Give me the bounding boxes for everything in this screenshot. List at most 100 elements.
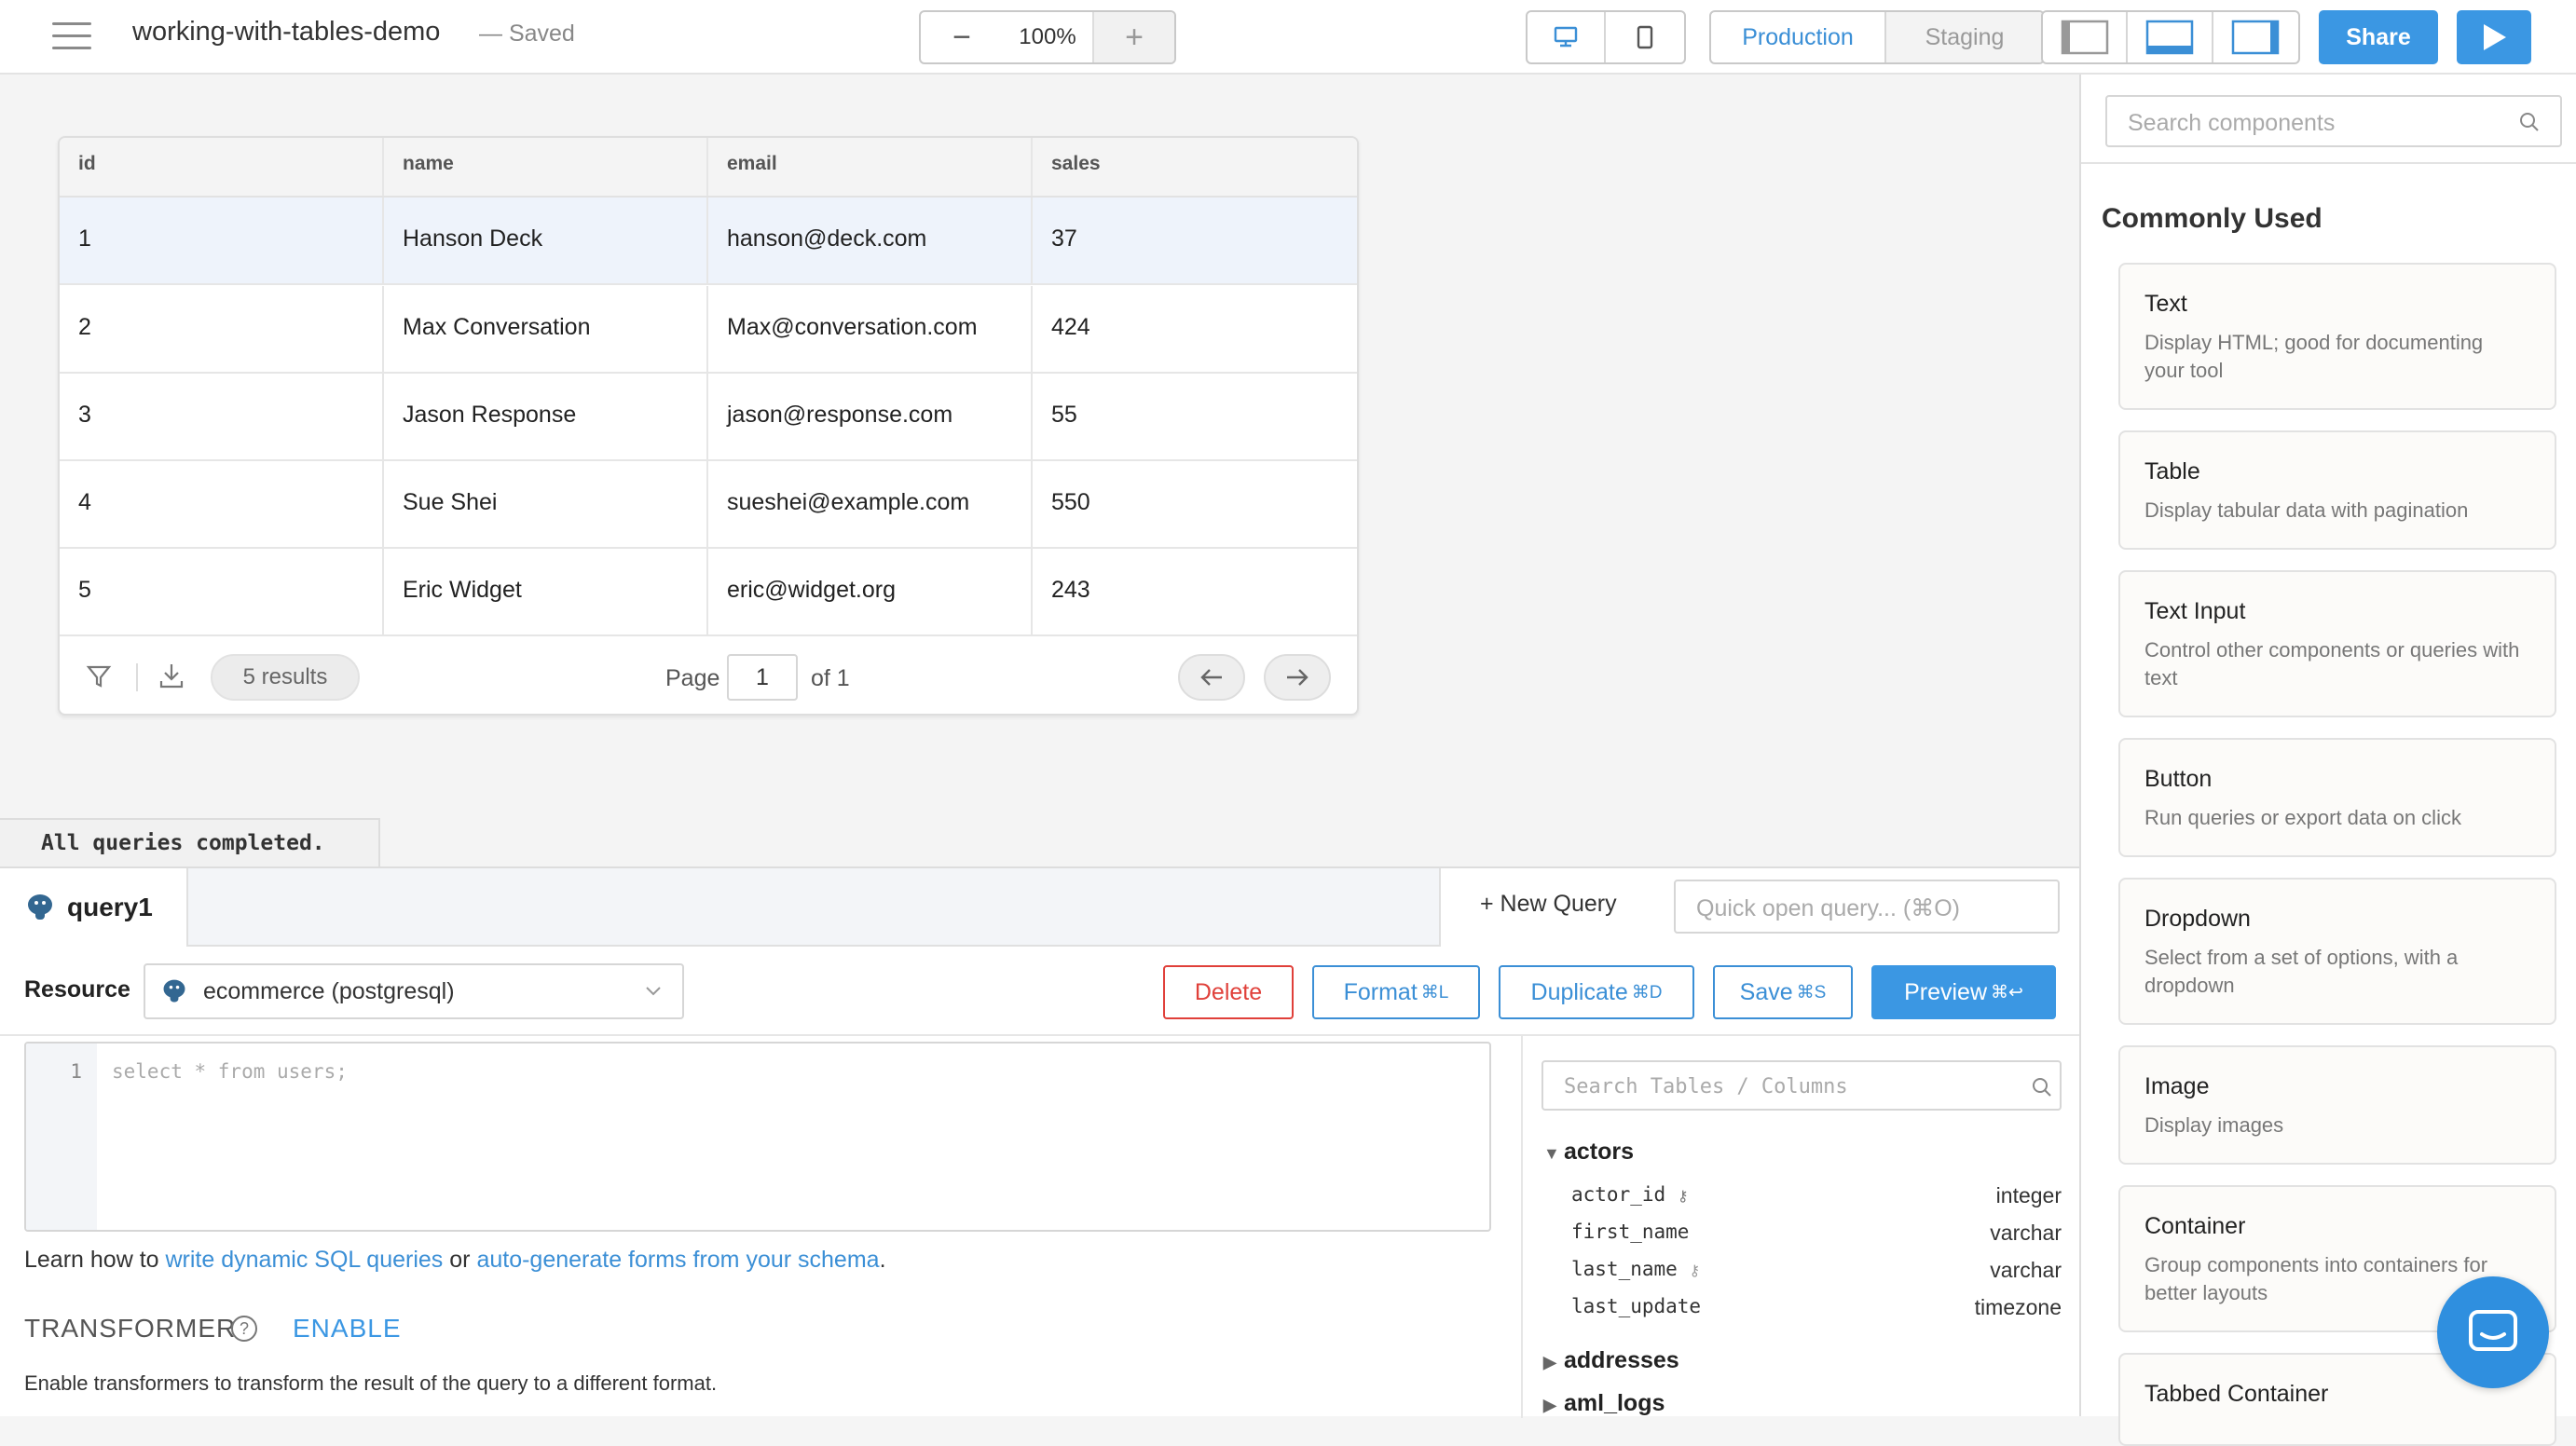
menu-icon[interactable] xyxy=(52,22,91,52)
postgres-icon xyxy=(163,979,185,1003)
column-header[interactable]: email xyxy=(708,138,1033,196)
next-page-button[interactable] xyxy=(1264,654,1331,701)
right-panel-button[interactable] xyxy=(2213,12,2298,62)
component-search-input[interactable]: Search components xyxy=(2105,95,2562,147)
table-row[interactable]: 4 Sue Shei sueshei@example.com 550 xyxy=(60,461,1357,549)
component-description: Control other components or queries with… xyxy=(2144,638,2520,689)
table-row[interactable]: 3 Jason Response jason@response.com 55 xyxy=(60,374,1357,461)
new-query-button[interactable]: + New Query xyxy=(1480,891,1617,918)
save-shortcut: ⌘S xyxy=(1796,982,1827,1003)
component-card-button[interactable]: Button Run queries or export data on cli… xyxy=(2118,738,2556,857)
table-header: id name email sales xyxy=(60,138,1357,198)
left-panel-button[interactable] xyxy=(2043,12,2129,62)
transformer-title: TRANSFORMER xyxy=(24,1314,237,1343)
column-header[interactable]: name xyxy=(384,138,708,196)
page-input[interactable]: 1 xyxy=(727,654,798,701)
sql-code[interactable]: select * from users; xyxy=(112,1060,348,1083)
share-button[interactable]: Share xyxy=(2319,10,2438,64)
resource-select[interactable]: ecommerce (postgresql) xyxy=(144,963,684,1019)
postgres-icon xyxy=(28,894,52,920)
chat-support-button[interactable] xyxy=(2437,1276,2549,1388)
table-row[interactable]: 5 Eric Widget eric@widget.org 243 xyxy=(60,549,1357,636)
table-row[interactable]: 1 Hanson Deck hanson@deck.com 37 xyxy=(60,198,1357,285)
component-title: Button xyxy=(2144,766,2213,792)
schema-column[interactable]: actor_id ⚷ integer xyxy=(1571,1183,2062,1207)
component-description: Display HTML; good for documenting your … xyxy=(2144,331,2484,382)
run-button[interactable] xyxy=(2457,10,2531,64)
component-card-table[interactable]: Table Display tabular data with paginati… xyxy=(2118,430,2556,550)
column-header[interactable]: sales xyxy=(1033,138,1357,196)
column-header[interactable]: id xyxy=(60,138,384,196)
help-text: Learn how to write dynamic SQL queries o… xyxy=(24,1247,886,1274)
app-title[interactable]: working-with-tables-demo xyxy=(132,17,440,48)
component-title: Text Input xyxy=(2144,598,2246,624)
schema-column[interactable]: last_name ⚷ varchar xyxy=(1571,1258,2062,1282)
schema-table-addresses[interactable]: ▶ addresses xyxy=(1543,1347,1679,1374)
prev-page-button[interactable] xyxy=(1178,654,1245,701)
preview-button[interactable]: Preview ⌘↩ xyxy=(1871,965,2056,1019)
env-production-button[interactable]: Production xyxy=(1711,12,1886,62)
schema-browser: Search Tables / Columns ▼ actors actor_id… xyxy=(1521,1036,2079,1418)
table-cell: 5 xyxy=(60,549,384,634)
resource-value: ecommerce (postgresql) xyxy=(203,977,455,1004)
help-icon[interactable]: ? xyxy=(231,1316,257,1342)
column-type: varchar xyxy=(1990,1221,2062,1245)
transformer-description: Enable transformers to transform the res… xyxy=(24,1371,718,1395)
schema-table-actors[interactable]: ▼ actors xyxy=(1543,1139,1634,1166)
component-card-image[interactable]: Image Display images xyxy=(2118,1045,2556,1165)
table-cell: Hanson Deck xyxy=(384,198,708,283)
component-title: Container xyxy=(2144,1213,2246,1239)
delete-button[interactable]: Delete xyxy=(1163,965,1294,1019)
dynamic-sql-link[interactable]: write dynamic SQL queries xyxy=(166,1247,444,1273)
component-card-text[interactable]: Text Display HTML; good for documenting … xyxy=(2118,263,2556,410)
key-icon: ⚷ xyxy=(1689,1262,1701,1279)
table-cell: 424 xyxy=(1051,314,1090,340)
desktop-view-button[interactable] xyxy=(1528,12,1607,62)
panel-layout-toggle xyxy=(2041,10,2300,64)
resource-label: Resource xyxy=(24,976,130,1003)
component-card-text-input[interactable]: Text Input Control other components or q… xyxy=(2118,570,2556,717)
schema-table-name: addresses xyxy=(1564,1347,1679,1373)
table-cell: 4 xyxy=(60,461,384,547)
bottom-panel-button[interactable] xyxy=(2128,12,2213,62)
query-tab[interactable]: query1 xyxy=(0,868,188,947)
schema-table-aml-logs[interactable]: ▶ aml_logs xyxy=(1543,1390,1665,1417)
column-type: varchar xyxy=(1990,1258,2062,1282)
bottom-panel-icon xyxy=(2145,20,2194,55)
env-staging-button[interactable]: Staging xyxy=(1886,12,2043,62)
schema-search-input[interactable]: Search Tables / Columns xyxy=(1541,1060,2062,1111)
schema-column[interactable]: last_update timezone xyxy=(1571,1295,2062,1319)
format-shortcut: ⌘L xyxy=(1420,982,1449,1003)
download-icon[interactable] xyxy=(158,662,185,694)
transformer-enable-button[interactable]: ENABLE xyxy=(293,1314,402,1344)
key-icon: ⚷ xyxy=(1677,1187,1689,1205)
column-name: first_name xyxy=(1571,1221,1690,1243)
page-label: Page xyxy=(665,665,720,691)
sql-editor[interactable]: 1 select * from users; xyxy=(24,1042,1491,1232)
help-mid: or xyxy=(443,1247,477,1273)
chat-icon xyxy=(2469,1310,2517,1351)
search-icon xyxy=(2033,1078,2051,1097)
zoom-out-button[interactable]: − xyxy=(921,12,1003,62)
mobile-view-button[interactable] xyxy=(1606,12,1684,62)
table-cell: eric@widget.org xyxy=(708,549,1033,634)
help-prefix: Learn how to xyxy=(24,1247,166,1273)
schema-column[interactable]: first_name varchar xyxy=(1571,1221,2062,1245)
filter-icon[interactable] xyxy=(86,663,112,694)
save-button[interactable]: Save ⌘S xyxy=(1713,965,1853,1019)
component-card-dropdown[interactable]: Dropdown Select from a set of options, w… xyxy=(2118,878,2556,1025)
query-tabs: query1 + New Query Quick open query... (… xyxy=(0,868,2079,947)
duplicate-button[interactable]: Duplicate ⌘D xyxy=(1499,965,1694,1019)
table-cell: Max Conversation xyxy=(384,286,708,372)
table-cell: jason@response.com xyxy=(708,374,1033,459)
zoom-in-button[interactable]: + xyxy=(1092,12,1174,62)
table-row[interactable]: 2 Max Conversation Max@conversation.com … xyxy=(60,286,1357,374)
quick-open-input[interactable]: Quick open query... (⌘O) xyxy=(1674,880,2060,934)
arrow-right-icon xyxy=(1287,669,1309,686)
column-name: last_name xyxy=(1571,1258,1678,1280)
component-description: Select from a set of options, with a dro… xyxy=(2144,946,2459,997)
generate-forms-link[interactable]: auto-generate forms from your schema xyxy=(476,1247,879,1273)
resource-row: Resource ecommerce (postgresql) Delete F… xyxy=(0,947,2079,1036)
format-button[interactable]: Format ⌘L xyxy=(1312,965,1480,1019)
table-cell: Sue Shei xyxy=(384,461,708,547)
